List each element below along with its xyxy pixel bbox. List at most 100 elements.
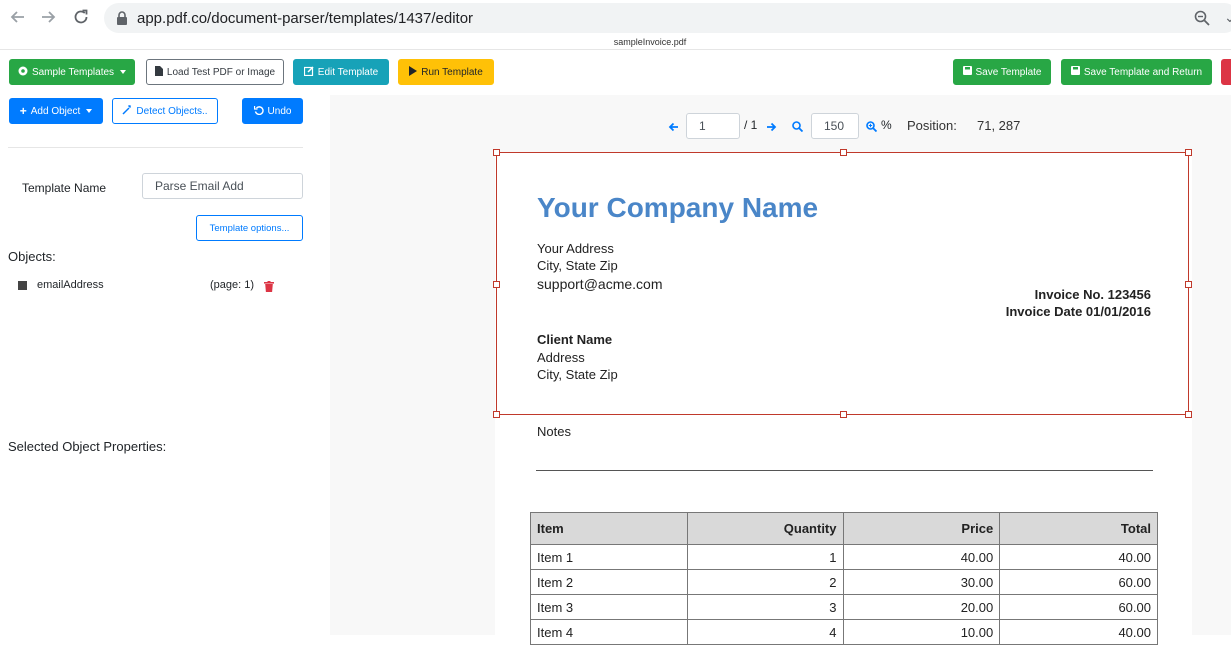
- items-table: Item Quantity Price Total Item 1 1 40.00…: [530, 512, 1158, 645]
- notes-label: Notes: [537, 424, 571, 439]
- zoom-icon[interactable]: [1194, 10, 1210, 31]
- save-template-and-return-button[interactable]: Save Template and Return: [1061, 59, 1212, 85]
- resize-handle-left[interactable]: [493, 281, 500, 288]
- resize-handle-top-right[interactable]: [1185, 149, 1192, 156]
- table-header-row: Item Quantity Price Total: [530, 512, 1158, 545]
- add-object-label: Add Object: [30, 105, 81, 117]
- template-options-button[interactable]: Template options...: [196, 215, 303, 241]
- cell-total: 60.00: [999, 569, 1158, 595]
- object-name: emailAddress: [37, 279, 104, 291]
- play-icon: [409, 65, 418, 79]
- cell-total: 40.00: [999, 619, 1158, 645]
- cell-quantity: 1: [686, 544, 844, 570]
- resize-handle-bottom[interactable]: [840, 411, 847, 418]
- settings-icon: [18, 66, 28, 79]
- browser-toolbar: app.pdf.co/document-parser/templates/143…: [0, 0, 1231, 36]
- save-template-label: Save Template: [975, 66, 1042, 78]
- add-object-button[interactable]: + Add Object: [9, 98, 103, 124]
- sample-templates-label: Sample Templates: [31, 66, 115, 78]
- cell-price: 10.00: [842, 619, 1001, 645]
- table-row: Item 4 4 10.00 40.00: [530, 619, 1158, 645]
- cell-quantity: 3: [686, 594, 844, 620]
- previous-page-icon[interactable]: [668, 119, 679, 137]
- selected-object-properties-heading: Selected Object Properties:: [8, 439, 167, 454]
- cell-total: 60.00: [999, 594, 1158, 620]
- position-label: Position:: [907, 118, 957, 133]
- position-value: 71, 287: [977, 118, 1021, 133]
- edit-template-button[interactable]: Edit Template: [293, 59, 389, 85]
- caret-down-icon: [86, 109, 93, 113]
- cell-total: 40.00: [999, 544, 1158, 570]
- table-row: Item 2 2 30.00 60.00: [530, 569, 1158, 595]
- page-number-input[interactable]: 1: [686, 113, 740, 139]
- cancel-button[interactable]: [1221, 59, 1231, 85]
- table-row: Item 3 3 20.00 60.00: [530, 594, 1158, 620]
- zoom-unit: %: [881, 118, 892, 132]
- column-header: Total: [999, 512, 1158, 545]
- object-color-swatch: [18, 281, 27, 290]
- cell-quantity: 2: [686, 569, 844, 595]
- run-template-label: Run Template: [421, 66, 483, 78]
- resize-handle-bottom-left[interactable]: [493, 411, 500, 418]
- zoom-input[interactable]: 150: [811, 113, 859, 139]
- magic-wand-icon: [122, 104, 132, 118]
- template-name-label: Template Name: [22, 181, 107, 195]
- cell-item: Item 2: [530, 569, 688, 595]
- plus-icon: +: [19, 104, 27, 118]
- resize-handle-top[interactable]: [840, 149, 847, 156]
- run-template-button[interactable]: Run Template: [398, 59, 494, 85]
- divider: [0, 49, 1231, 50]
- notes-line: [536, 470, 1153, 471]
- cell-price: 30.00: [842, 569, 1001, 595]
- back-arrow-icon[interactable]: [8, 8, 26, 26]
- divider: [8, 147, 303, 148]
- save-and-return-label: Save Template and Return: [1083, 66, 1203, 78]
- template-name-value: Parse Email Add: [155, 179, 244, 193]
- load-test-pdf-button[interactable]: Load Test PDF or Image: [146, 59, 284, 85]
- object-page: (page: 1): [210, 279, 255, 291]
- save-template-button[interactable]: Save Template: [953, 59, 1051, 85]
- column-header: Quantity: [686, 512, 844, 545]
- template-options-label: Template options...: [209, 222, 290, 234]
- detect-objects-label: Detect Objects..: [136, 105, 208, 117]
- file-name: sampleInvoice.pdf: [613, 37, 687, 47]
- forward-arrow-icon[interactable]: [40, 8, 58, 26]
- save-icon: [1070, 66, 1080, 78]
- resize-handle-top-left[interactable]: [493, 149, 500, 156]
- url-text[interactable]: app.pdf.co/document-parser/templates/143…: [137, 10, 473, 27]
- sample-templates-button[interactable]: Sample Templates: [9, 59, 135, 85]
- table-row: Item 1 1 40.00 40.00: [530, 544, 1158, 570]
- file-icon: [154, 65, 163, 79]
- detect-objects-button[interactable]: Detect Objects..: [112, 98, 218, 124]
- column-header: Price: [842, 512, 1001, 545]
- chevron-down-icon[interactable]: ⌄: [1224, 9, 1231, 26]
- cell-quantity: 4: [686, 619, 844, 645]
- undo-label: Undo: [267, 105, 292, 117]
- selection-rectangle[interactable]: [496, 152, 1189, 415]
- undo-button[interactable]: Undo: [242, 98, 303, 124]
- page-total: / 1: [744, 118, 758, 132]
- zoom-in-icon[interactable]: [866, 119, 878, 137]
- page-number-value: 1: [699, 119, 706, 133]
- lock-icon: [116, 11, 128, 30]
- edit-icon: [303, 65, 314, 79]
- column-header: Item: [530, 512, 688, 545]
- zoom-out-icon[interactable]: [792, 119, 804, 137]
- save-icon: [962, 66, 972, 78]
- next-page-icon[interactable]: [766, 119, 777, 137]
- objects-heading: Objects:: [8, 249, 56, 264]
- load-test-pdf-label: Load Test PDF or Image: [166, 66, 276, 78]
- address-bar[interactable]: app.pdf.co/document-parser/templates/143…: [104, 3, 1231, 33]
- zoom-value: 150: [824, 119, 845, 133]
- cell-item: Item 1: [530, 544, 688, 570]
- template-name-input[interactable]: Parse Email Add: [142, 173, 303, 199]
- resize-handle-bottom-right[interactable]: [1185, 411, 1192, 418]
- edit-template-label: Edit Template: [317, 66, 379, 78]
- cell-price: 20.00: [842, 594, 1001, 620]
- undo-icon: [253, 105, 264, 118]
- trash-icon[interactable]: [264, 279, 274, 297]
- resize-handle-right[interactable]: [1185, 281, 1192, 288]
- reload-icon[interactable]: [72, 8, 90, 26]
- object-list-item[interactable]: emailAddress (page: 1): [18, 279, 288, 295]
- caret-down-icon: [120, 70, 127, 74]
